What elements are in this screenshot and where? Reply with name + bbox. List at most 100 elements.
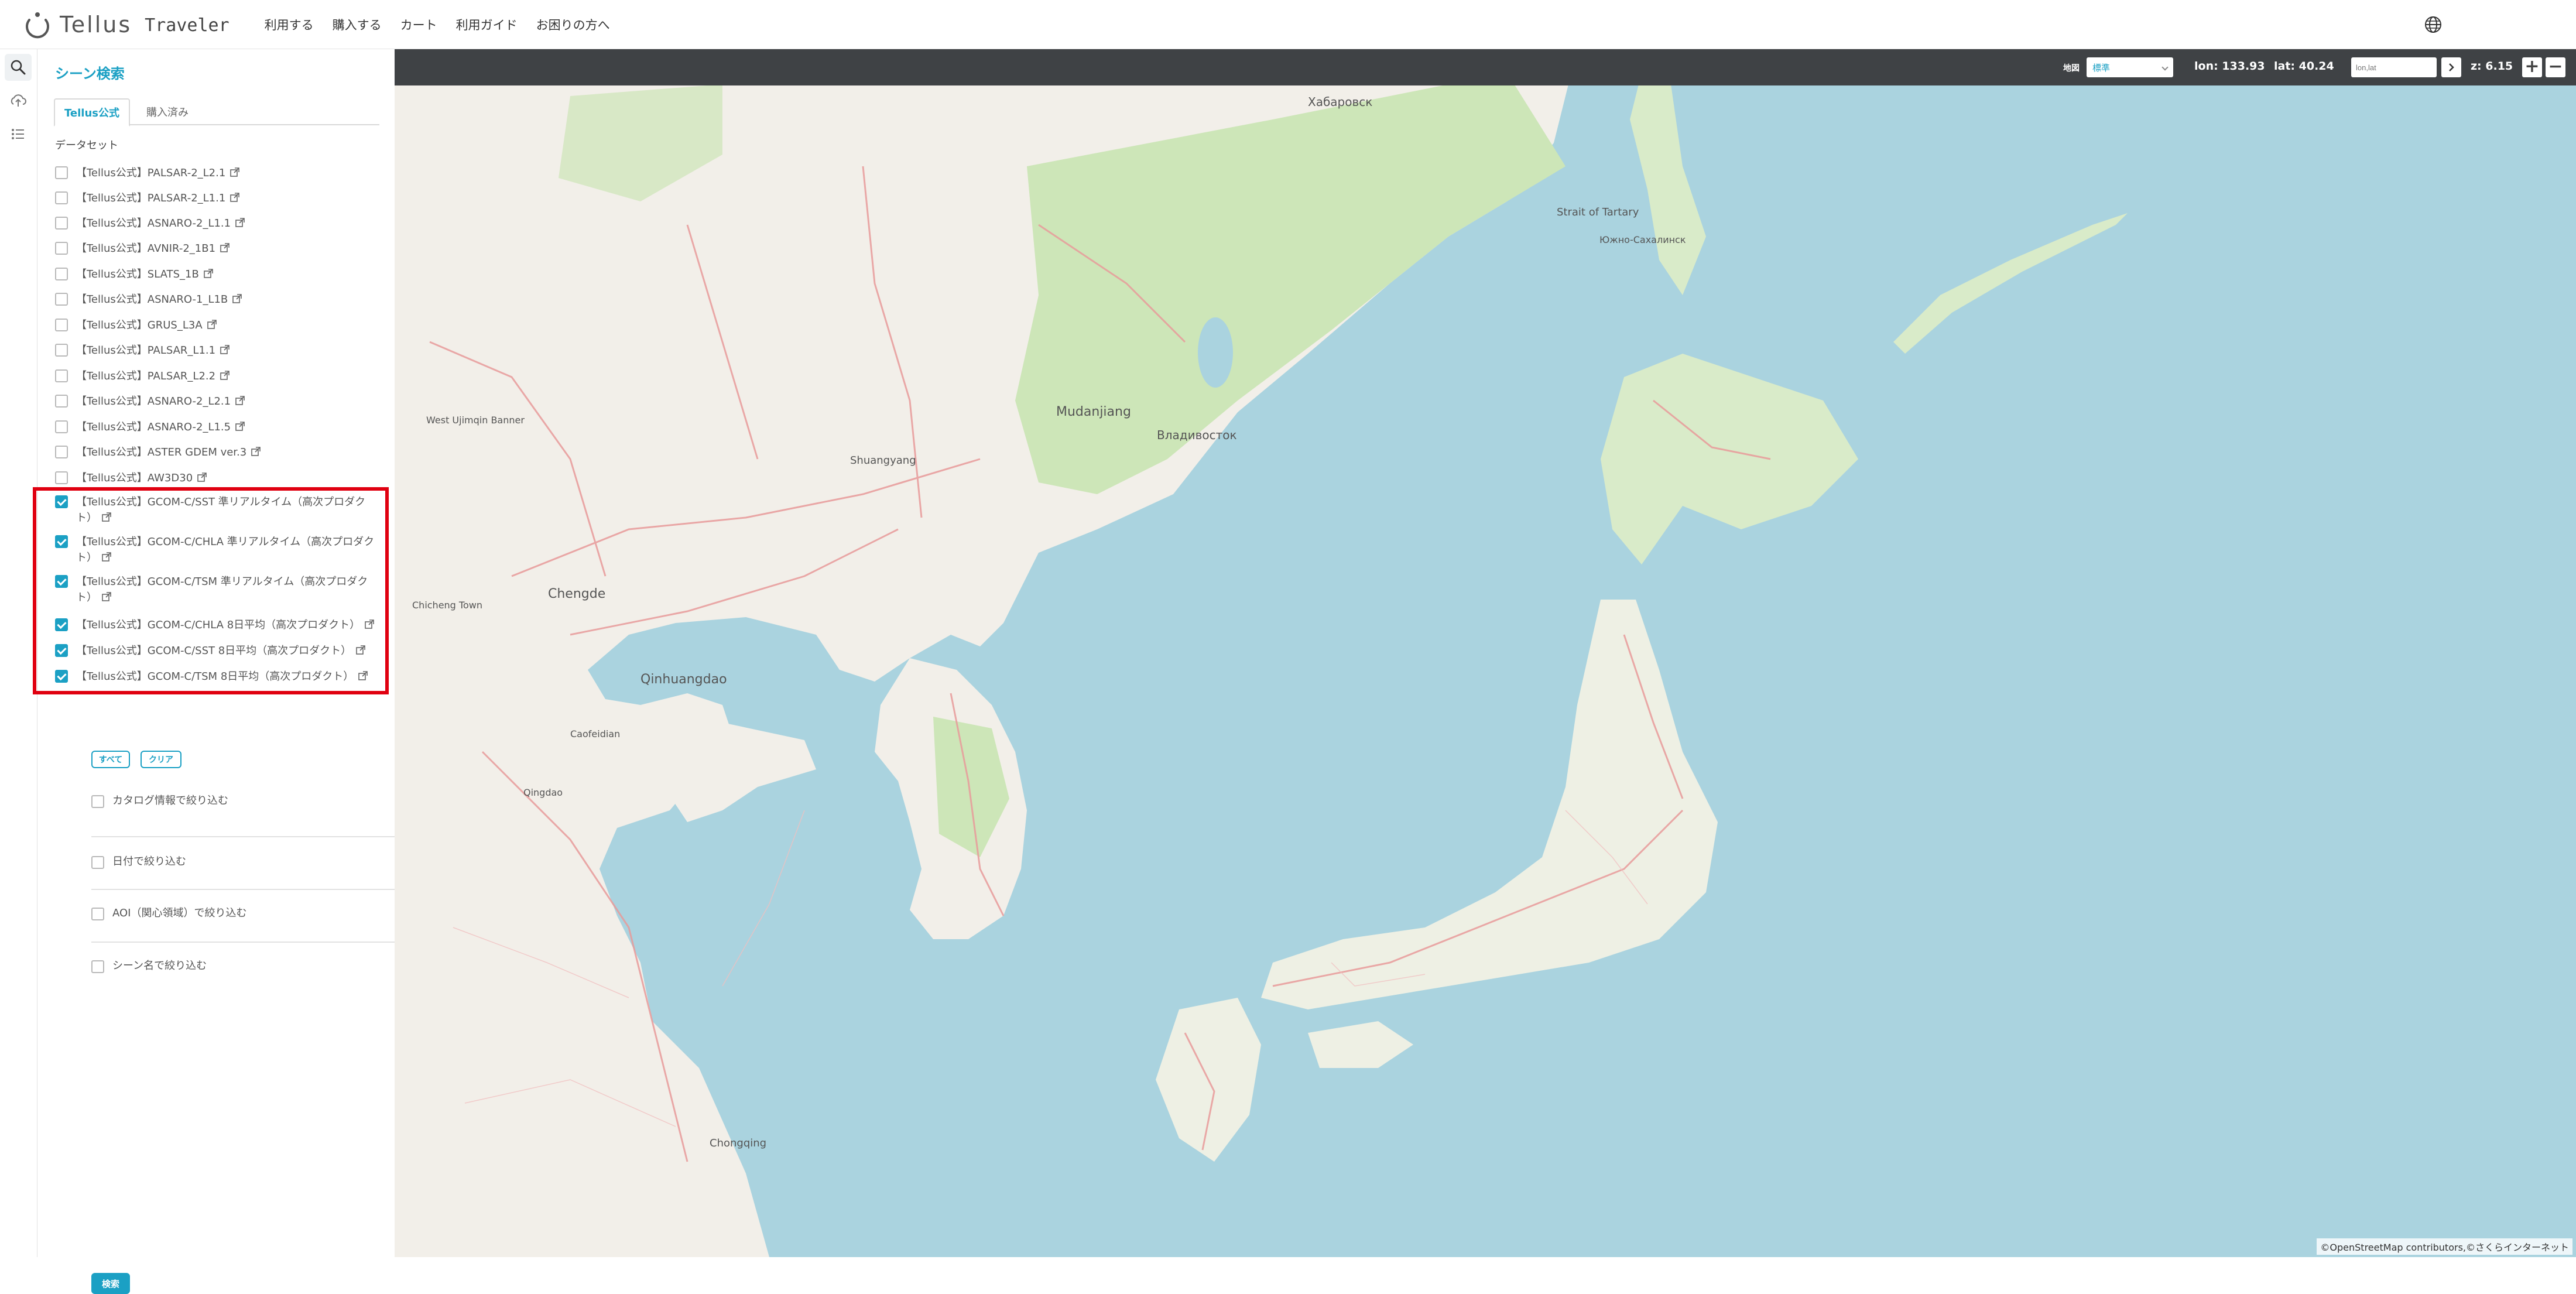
top-header: Tellus Traveler 利用する 購入する カート 利用ガイド お困りの… — [0, 0, 2576, 49]
dataset-checkbox[interactable] — [55, 319, 68, 331]
tab-tellus-official[interactable]: Tellus公式 — [54, 98, 130, 126]
external-link-icon[interactable] — [220, 243, 229, 252]
map-graphics — [395, 49, 2128, 1257]
external-link-icon[interactable] — [235, 422, 245, 431]
map-place-label: West Ujimqin Banner — [426, 415, 525, 426]
dataset-checkbox[interactable] — [55, 268, 68, 280]
map-toolbar: 地図 標準 lon: 133.93 lat: 40.24 z: 6.15 + − — [395, 49, 2576, 85]
dataset-label: 【Tellus公式】PALSAR-2_L2.1 — [76, 167, 226, 179]
map-place-label: Qingdao — [523, 787, 563, 798]
search-button[interactable]: 検索 — [91, 1273, 130, 1294]
filter-catalog-label: カタログ情報で絞り込む — [112, 795, 228, 807]
nav-use[interactable]: 利用する — [265, 16, 314, 33]
external-link-icon[interactable] — [230, 193, 240, 202]
highlight-box — [33, 487, 389, 694]
filter-aoi[interactable]: AOI（関心領域）で絞り込む — [91, 905, 393, 921]
filter-scene-name[interactable]: シーン名で絞り込む — [91, 958, 393, 974]
map-place-label: Южно-Сахалинск — [1599, 234, 1686, 245]
dataset-checkbox[interactable] — [55, 217, 68, 230]
divider — [91, 889, 413, 890]
filter-catalog[interactable]: カタログ情報で絞り込む — [91, 793, 393, 809]
rail-list-button[interactable] — [5, 121, 32, 148]
logo-text: Tellus — [60, 11, 132, 37]
dataset-item[interactable]: 【Tellus公式】ASTER GDEM ver.3 — [55, 444, 383, 460]
dataset-item[interactable]: 【Tellus公式】ASNARO-2_L1.5 — [55, 419, 383, 435]
honshu — [1261, 600, 1718, 1009]
dataset-checkbox[interactable] — [55, 395, 68, 408]
nav-guide[interactable]: 利用ガイド — [456, 16, 518, 33]
dataset-item[interactable]: 【Tellus公式】PALSAR-2_L1.1 — [55, 190, 383, 206]
lat-readout: lat: 40.24 — [2274, 60, 2334, 73]
filter-date-checkbox[interactable] — [91, 855, 104, 869]
tab-bar: Tellus公式 購入済み — [54, 98, 379, 126]
dataset-item[interactable]: 【Tellus公式】AVNIR-2_1B1 — [55, 241, 383, 256]
dataset-label: 【Tellus公式】GRUS_L3A — [76, 319, 203, 331]
rail-upload-button[interactable] — [5, 87, 32, 114]
main-nav: 利用する 購入する カート 利用ガイド お困りの方へ — [265, 16, 629, 33]
external-link-icon[interactable] — [232, 294, 242, 303]
dataset-item[interactable]: 【Tellus公式】GRUS_L3A — [55, 317, 383, 333]
nav-cart[interactable]: カート — [400, 16, 437, 33]
nav-help[interactable]: お困りの方へ — [536, 16, 610, 33]
go-button[interactable] — [2441, 57, 2461, 77]
dataset-checkbox[interactable] — [55, 471, 68, 484]
dataset-checkbox[interactable] — [55, 293, 68, 306]
nav-purchase[interactable]: 購入する — [333, 16, 382, 33]
external-link-icon[interactable] — [230, 167, 240, 177]
globe-icon[interactable] — [2424, 15, 2443, 34]
dataset-item[interactable]: 【Tellus公式】ASNARO-1_L1B — [55, 292, 383, 307]
filter-aoi-checkbox[interactable] — [91, 907, 104, 920]
external-link-icon[interactable] — [197, 473, 207, 482]
map-place-label: Хабаровск — [1308, 95, 1373, 109]
select-all-button[interactable]: すべて — [91, 751, 130, 768]
dataset-label-wrap: 【Tellus公式】ASNARO-2_L2.1 — [76, 393, 381, 409]
dataset-label-wrap: 【Tellus公式】PALSAR_L2.2 — [76, 368, 381, 384]
dataset-item[interactable]: 【Tellus公式】PALSAR_L2.2 — [55, 368, 383, 384]
lonlat-input[interactable] — [2351, 57, 2437, 77]
external-link-icon[interactable] — [207, 320, 217, 329]
shikoku — [1308, 1021, 1413, 1068]
filter-scene-name-checkbox[interactable] — [91, 960, 104, 973]
clear-button[interactable]: クリア — [141, 751, 181, 768]
external-link-icon[interactable] — [235, 396, 245, 405]
dataset-label: 【Tellus公式】ASNARO-2_L2.1 — [76, 395, 231, 408]
tab-purchased[interactable]: 購入済み — [132, 98, 203, 125]
zoom-in-button[interactable]: + — [2522, 57, 2542, 77]
dataset-checkbox[interactable] — [55, 420, 68, 433]
dataset-item[interactable]: 【Tellus公式】ASNARO-2_L1.1 — [55, 215, 383, 231]
dataset-item[interactable]: 【Tellus公式】PALSAR-2_L2.1 — [55, 165, 383, 181]
lake-khanka — [1198, 317, 1233, 388]
basemap-select[interactable]: 標準 — [2087, 57, 2173, 77]
basemap-value: 標準 — [2092, 62, 2111, 73]
filter-date[interactable]: 日付で絞り込む — [91, 854, 393, 869]
map-canvas[interactable]: Хабаровск Mudanjiang Владивосток Chengde Qin… — [395, 49, 2576, 1257]
map-place-label: Caofeidian — [570, 728, 621, 740]
external-link-icon[interactable] — [220, 345, 229, 354]
filter-scene-name-label: シーン名で絞り込む — [112, 960, 207, 972]
dataset-heading: データセット — [55, 139, 118, 152]
dataset-checkbox[interactable] — [55, 344, 68, 357]
external-link-icon[interactable] — [235, 218, 245, 227]
divider — [91, 836, 413, 837]
logo[interactable]: Tellus Traveler — [23, 0, 229, 49]
chevron-down-icon — [2161, 64, 2169, 71]
external-link-icon[interactable] — [204, 269, 213, 278]
kurils — [1893, 213, 2128, 354]
filter-catalog-checkbox[interactable] — [91, 795, 104, 808]
dataset-label-wrap: 【Tellus公式】AW3D30 — [76, 470, 381, 486]
dataset-item[interactable]: 【Tellus公式】AW3D30 — [55, 470, 383, 486]
dataset-checkbox[interactable] — [55, 446, 68, 458]
dataset-item[interactable]: 【Tellus公式】PALSAR_L1.1 — [55, 343, 383, 358]
dataset-item[interactable]: 【Tellus公式】ASNARO-2_L2.1 — [55, 393, 383, 409]
rail-search-button[interactable] — [5, 54, 32, 81]
dataset-checkbox[interactable] — [55, 242, 68, 255]
zoom-out-button[interactable]: − — [2546, 57, 2565, 77]
dataset-checkbox[interactable] — [55, 191, 68, 204]
dataset-checkbox[interactable] — [55, 369, 68, 382]
external-link-icon[interactable] — [251, 447, 261, 456]
dataset-item[interactable]: 【Tellus公式】SLATS_1B — [55, 266, 383, 282]
search-icon — [11, 60, 26, 75]
dataset-label-wrap: 【Tellus公式】GRUS_L3A — [76, 317, 381, 333]
external-link-icon[interactable] — [220, 371, 229, 380]
dataset-checkbox[interactable] — [55, 166, 68, 179]
